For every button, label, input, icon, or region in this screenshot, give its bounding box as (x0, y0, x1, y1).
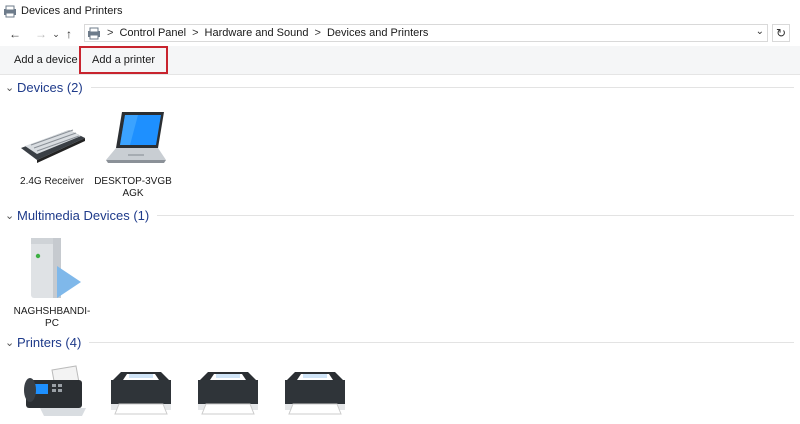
printer-icon (111, 372, 171, 415)
group-divider (157, 214, 794, 216)
breadcrumb-hardware-and-sound[interactable]: Hardware and Sound (205, 27, 309, 39)
item-label: 2.4G Receiver (20, 176, 84, 187)
arrow-up-icon: ↑ (66, 27, 72, 41)
up-button[interactable]: ↑ (62, 25, 76, 43)
address-row: ← → ⌄ ↑ > Control Panel > Hardware and S… (0, 24, 800, 44)
title-bar: Devices and Printers (0, 0, 800, 22)
back-button[interactable]: ← (6, 25, 24, 43)
arrow-right-icon: → (35, 27, 47, 41)
group-header-devices[interactable]: ⌄ Devices (2) (0, 78, 800, 96)
command-bar: Add a device Add a printer (0, 46, 800, 75)
breadcrumb-devices-and-printers[interactable]: Devices and Printers (327, 27, 429, 39)
device-item-2.4g-receiver[interactable]: 2.4G Receiver (12, 108, 92, 188)
arrow-left-icon: ← (9, 27, 21, 41)
group-label-printers: Printers (4) (17, 334, 82, 350)
media-server-icon (31, 238, 81, 298)
keyboard-icon (21, 129, 85, 163)
printer-icon (198, 372, 258, 415)
refresh-icon: ↻ (775, 26, 787, 40)
item-label: NAGHSHBANDI-PC (13, 306, 91, 329)
chevron-down-icon: ⌄ (5, 209, 15, 222)
chevron-down-icon: ⌄ (52, 28, 60, 39)
item-label: DESKTOP-3VGBAGK (94, 176, 172, 199)
chevron-down-icon: ⌄ (5, 81, 15, 94)
breadcrumb-control-panel[interactable]: Control Panel (119, 27, 186, 39)
address-dropdown-icon[interactable]: ⌄ (756, 26, 764, 37)
breadcrumb-separator: > (314, 27, 321, 39)
breadcrumb-separator: > (107, 27, 114, 39)
forward-button[interactable]: → (32, 25, 50, 43)
device-item-naghshbandi-pc[interactable]: NAGHSHBANDI-PC (12, 230, 92, 330)
add-printer-button[interactable]: Add a printer (79, 46, 168, 74)
group-label-devices: Devices (2) (17, 79, 83, 95)
devices-printers-app-icon (4, 5, 16, 18)
laptop-icon (106, 112, 166, 163)
group-divider (89, 341, 794, 343)
device-item-desktop-3vgbagk[interactable]: DESKTOP-3VGBAGK (93, 108, 173, 200)
refresh-button[interactable]: ↻ (772, 24, 790, 42)
group-label-multimedia-devices: Multimedia Devices (1) (17, 207, 150, 223)
printer-item-fax[interactable] (13, 362, 93, 424)
control-panel-location-icon (88, 27, 100, 40)
group-header-printers[interactable]: ⌄ Printers (4) (0, 333, 800, 351)
address-bar[interactable]: > Control Panel > Hardware and Sound > D… (84, 24, 768, 42)
fax-icon (24, 365, 86, 416)
add-device-button[interactable]: Add a device (14, 46, 78, 74)
printer-icon (285, 372, 345, 415)
printer-item[interactable] (187, 364, 267, 424)
recent-locations-button[interactable]: ⌄ (50, 25, 62, 43)
printer-item[interactable] (100, 364, 180, 424)
group-header-multimedia-devices[interactable]: ⌄ Multimedia Devices (1) (0, 206, 800, 224)
window-title: Devices and Printers (21, 5, 123, 17)
group-divider (90, 86, 794, 88)
breadcrumb-separator: > (192, 27, 199, 39)
printer-item[interactable] (274, 364, 354, 424)
chevron-down-icon: ⌄ (5, 336, 15, 349)
